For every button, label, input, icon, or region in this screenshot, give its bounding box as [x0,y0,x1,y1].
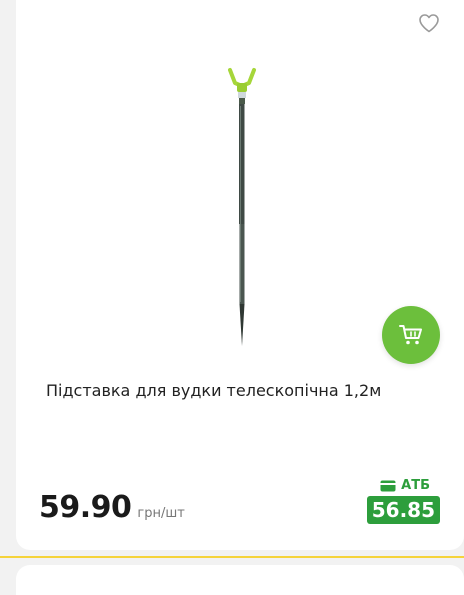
club-price: 56.85 [366,496,440,524]
price-unit: грн/шт [137,506,185,521]
next-product-card [16,565,464,595]
add-to-cart-button[interactable] [382,306,440,364]
product-title[interactable]: Підставка для вудки телескопічна 1,2м [46,380,446,402]
price-value: 59.90 [39,490,132,525]
club-label: АТБ [380,478,430,493]
cart-icon [399,325,422,345]
card-icon [380,480,396,492]
product-card: Підставка для вудки телескопічна 1,2м 59… [16,0,464,550]
price: 59.90 грн/шт [39,490,185,525]
heart-outline-icon [419,14,439,33]
separator [0,556,464,558]
club-label-text: АТБ [401,478,430,493]
favorite-button[interactable] [417,11,441,35]
club-price-block: АТБ 56.85 [366,478,440,524]
